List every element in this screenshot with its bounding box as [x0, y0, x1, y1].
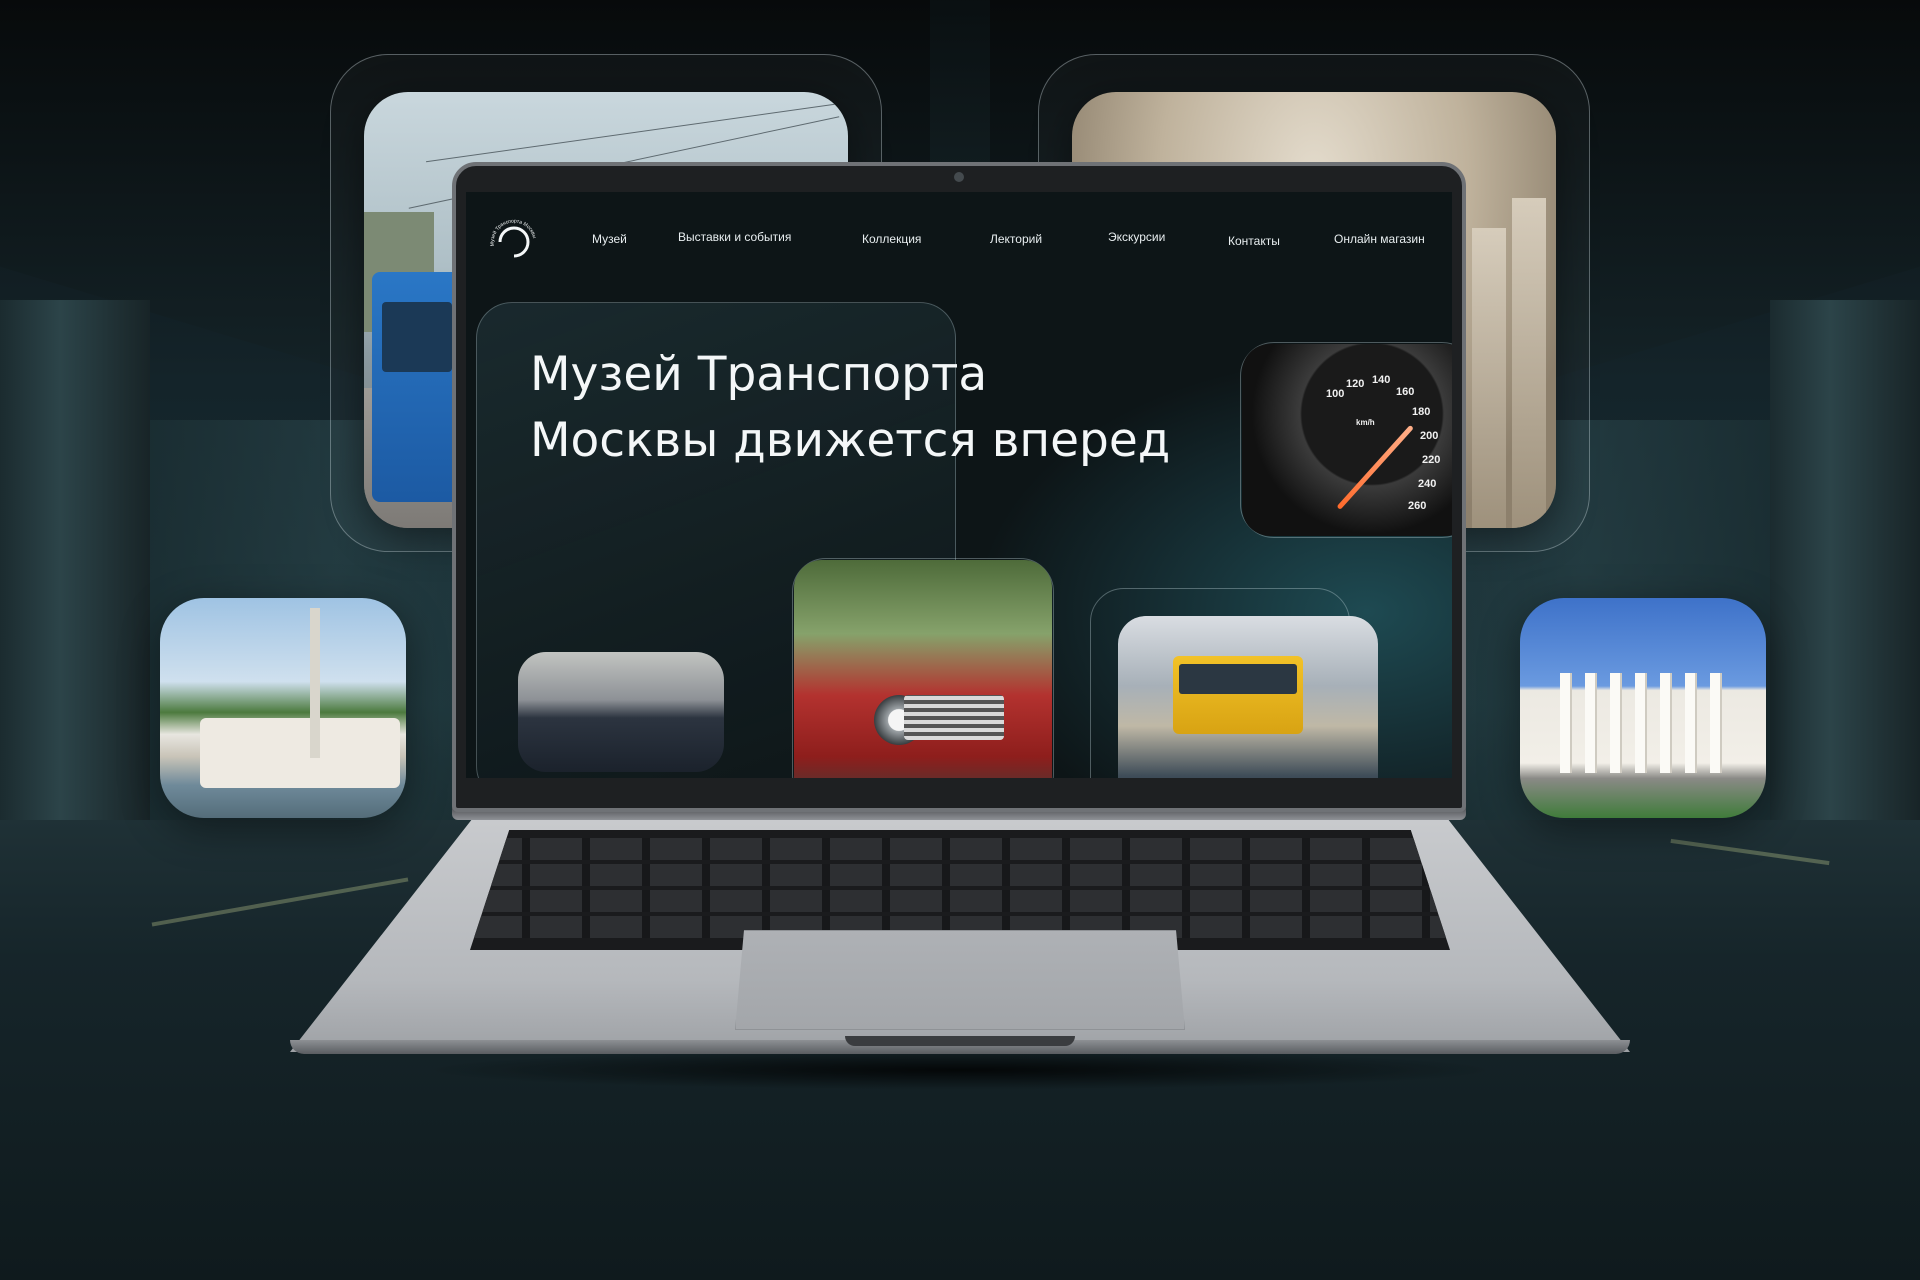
nav-item-contacts[interactable]: Контакты — [1228, 234, 1280, 248]
nav-item-excursions[interactable]: Экскурсии — [1108, 230, 1165, 244]
speedometer-label: 160 — [1396, 386, 1415, 398]
hero-title-line-2: Москвы движется вперед — [530, 413, 1171, 468]
logo-text: Музей Транспорта Москвы — [490, 218, 538, 246]
photo-yellow-bus[interactable] — [1118, 616, 1378, 778]
photo-red-car[interactable] — [794, 560, 1052, 778]
website-screen: Музей Транспорта Москвы Музей Выставки и… — [466, 192, 1452, 778]
photo-pavilion — [1520, 598, 1766, 818]
speedometer-label: 200 — [1420, 430, 1439, 442]
speedometer-label: 260 — [1408, 500, 1427, 512]
grille — [904, 695, 1004, 740]
speedometer-label: 220 — [1422, 454, 1441, 466]
speedometer-label: 180 — [1412, 406, 1431, 418]
nav-item-online-shop[interactable]: Онлайн магазин — [1334, 232, 1425, 246]
photo-speedometer[interactable]: 100 120 140 160 180 200 220 240 260 km/h — [1242, 344, 1452, 536]
speedometer-label: 140 — [1372, 374, 1391, 386]
yellow-bus — [1173, 656, 1303, 734]
speedometer-label: 240 — [1418, 478, 1437, 490]
camera-icon — [954, 172, 964, 182]
speedometer-label: 100 — [1326, 388, 1345, 400]
nav-item-lecture-hall[interactable]: Лекторий — [990, 232, 1042, 246]
nav-item-museum[interactable]: Музей — [592, 232, 627, 246]
svg-text:Музей Транспорта Москвы: Музей Транспорта Москвы — [490, 218, 538, 246]
speedometer-label: 120 — [1346, 378, 1365, 390]
hero-title-line-1: Музей Транспорта — [530, 347, 988, 402]
pillar-right — [1770, 300, 1920, 820]
nav-item-collection[interactable]: Коллекция — [862, 232, 921, 246]
logo-icon[interactable]: Музей Транспорта Москвы — [488, 216, 540, 268]
laptop-lid: Музей Транспорта Москвы Музей Выставки и… — [452, 162, 1466, 812]
laptop-notch — [845, 1036, 1075, 1046]
nav-item-exhibitions[interactable]: Выставки и события — [678, 230, 791, 244]
speedometer-needle — [1336, 424, 1414, 510]
hero-title: Музей Транспорта Москвы движется вперед — [530, 342, 1170, 474]
speedometer-unit: km/h — [1356, 418, 1375, 427]
top-nav: Музей Транспорта Москвы Музей Выставки и… — [466, 202, 1452, 262]
laptop-shadow — [420, 1050, 1500, 1090]
photo-blue-car[interactable] — [518, 652, 724, 772]
trackpad — [735, 930, 1185, 1030]
photo-river-station — [160, 598, 406, 818]
pillar-left — [0, 300, 150, 820]
